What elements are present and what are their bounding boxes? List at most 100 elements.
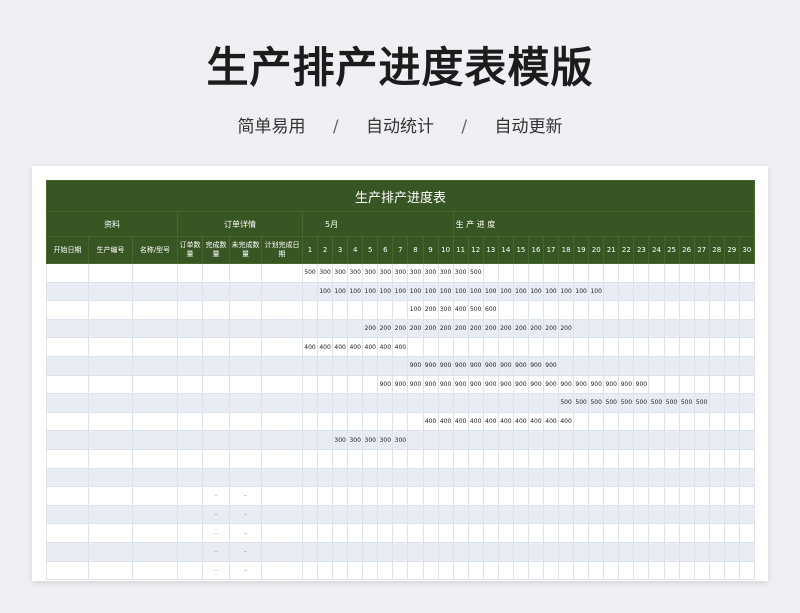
day-cell[interactable] [332,504,349,525]
data-cell[interactable] [177,486,203,506]
day-cell[interactable] [573,560,590,581]
day-cell[interactable] [332,318,349,339]
data-cell[interactable] [229,393,262,413]
data-cell[interactable] [132,523,178,543]
day-cell[interactable] [347,448,364,469]
data-cell[interactable] [46,448,89,469]
data-cell[interactable] [202,411,230,432]
day-cell[interactable] [663,411,680,432]
day-cell[interactable] [452,337,469,357]
day-cell[interactable] [301,281,319,302]
day-cell[interactable] [332,374,349,395]
day-cell[interactable] [317,523,334,543]
day-cell[interactable]: 900 [527,374,545,395]
day-cell[interactable] [512,448,529,469]
data-cell[interactable] [88,467,133,488]
day-cell[interactable] [678,374,695,395]
day-cell[interactable] [633,411,650,432]
day-cell[interactable] [332,448,349,469]
data-cell[interactable] [46,411,89,432]
day-cell[interactable] [347,486,364,506]
day-cell[interactable]: 900 [603,374,620,395]
day-cell[interactable]: 900 [558,374,575,395]
day-cell[interactable] [407,504,424,525]
data-cell[interactable] [261,393,303,413]
day-cell[interactable] [527,393,545,413]
day-cell[interactable] [603,523,620,543]
day-cell[interactable]: 900 [377,374,394,395]
day-cell[interactable] [663,430,680,450]
day-cell[interactable] [573,504,590,525]
data-cell[interactable]: – [229,486,262,506]
day-cell[interactable] [693,355,710,376]
day-cell[interactable] [362,393,379,413]
data-cell[interactable] [88,300,133,320]
day-cell[interactable] [437,430,454,450]
data-cell[interactable] [88,504,133,525]
day-cell[interactable] [708,467,725,488]
data-cell[interactable] [202,300,230,320]
day-cell[interactable] [708,263,725,283]
day-cell[interactable] [558,300,575,320]
data-cell[interactable] [132,411,178,432]
day-cell[interactable] [633,467,650,488]
data-cell[interactable] [88,448,133,469]
data-cell[interactable] [88,486,133,506]
day-cell[interactable] [573,467,590,488]
day-cell[interactable] [452,486,469,506]
day-cell[interactable] [301,374,319,395]
day-cell[interactable] [317,448,334,469]
day-cell[interactable]: 500 [648,393,665,413]
day-cell[interactable] [332,560,349,581]
data-cell[interactable] [229,411,262,432]
data-cell[interactable]: – [202,504,230,525]
day-cell[interactable] [708,374,725,395]
data-cell[interactable] [261,486,303,506]
day-cell[interactable] [648,318,665,339]
data-cell[interactable] [177,355,203,376]
day-cell[interactable] [558,337,575,357]
day-cell[interactable]: 900 [482,374,499,395]
day-cell[interactable] [618,281,635,302]
data-cell[interactable] [88,523,133,543]
day-cell[interactable] [512,523,529,543]
day-cell[interactable] [332,467,349,488]
day-cell[interactable] [693,300,710,320]
day-cell[interactable]: 900 [422,374,439,395]
day-cell[interactable]: 100 [422,281,439,302]
day-cell[interactable]: 200 [377,318,394,339]
day-cell[interactable] [648,411,665,432]
day-cell[interactable] [422,523,439,543]
data-cell[interactable] [202,430,230,450]
day-cell[interactable] [663,337,680,357]
data-cell[interactable] [132,318,178,339]
data-cell[interactable] [132,281,178,302]
day-cell[interactable]: 400 [558,411,575,432]
day-cell[interactable] [648,541,665,562]
data-cell[interactable] [46,374,89,395]
day-cell[interactable] [648,300,665,320]
day-cell[interactable] [301,504,319,525]
day-cell[interactable] [738,560,755,581]
day-cell[interactable] [422,337,439,357]
day-cell[interactable] [558,523,575,543]
day-cell[interactable] [407,430,424,450]
data-cell[interactable]: – [229,523,262,543]
day-cell[interactable] [437,541,454,562]
day-cell[interactable] [542,263,560,283]
day-cell[interactable] [497,560,514,581]
day-cell[interactable]: 400 [437,411,454,432]
day-cell[interactable] [558,355,575,376]
day-cell[interactable] [512,393,529,413]
day-cell[interactable] [678,355,695,376]
day-cell[interactable] [422,541,439,562]
data-cell[interactable] [132,486,178,506]
day-cell[interactable] [452,523,469,543]
day-cell[interactable]: 900 [542,374,560,395]
data-cell[interactable] [46,504,89,525]
data-cell[interactable] [46,300,89,320]
day-cell[interactable] [497,541,514,562]
day-cell[interactable] [527,504,545,525]
day-cell[interactable] [693,374,710,395]
day-cell[interactable] [497,263,514,283]
